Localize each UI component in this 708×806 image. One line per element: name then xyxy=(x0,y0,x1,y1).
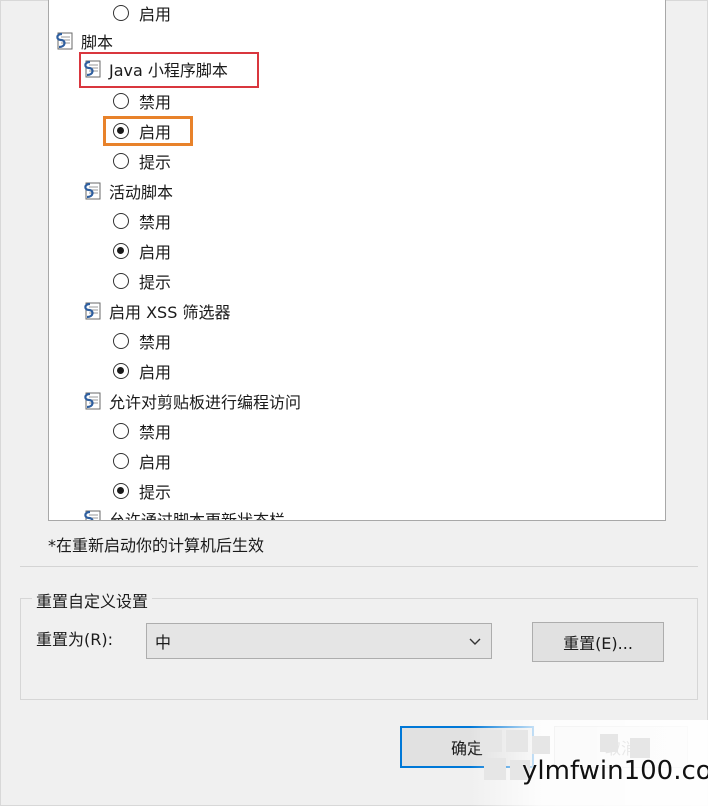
radio-option[interactable]: 禁用 xyxy=(113,208,171,234)
tree-row-label: 提示 xyxy=(139,273,172,292)
tree-row-label: 启用 xyxy=(139,363,172,382)
radio-option[interactable]: 启用 xyxy=(113,0,171,26)
tree-row-label: 启用 xyxy=(139,243,172,262)
tree-setting: 允许通过脚本更新状态栏 xyxy=(81,506,286,521)
radio-option[interactable]: 启用 xyxy=(113,358,171,384)
java-applet-highlight xyxy=(79,52,259,88)
tree-row-label: 提示 xyxy=(139,483,172,502)
radio-option[interactable]: 禁用 xyxy=(113,328,171,354)
tree-row-label: 启用 XSS 筛选器 xyxy=(109,303,231,322)
tree-row-label: 允许通过脚本更新状态栏 xyxy=(109,511,286,521)
chevron-down-icon xyxy=(469,638,481,645)
tree-row-label: 允许对剪贴板进行编程访问 xyxy=(109,393,302,412)
radio-unchecked-icon[interactable] xyxy=(113,93,129,109)
security-settings-tree[interactable]: 启用 脚本 Java 小程序脚本 禁用 启用 提示 活动脚本 禁用 启用 提示 启用 XSS 筛选器… xyxy=(48,0,666,521)
radio-unchecked-icon[interactable] xyxy=(113,453,129,469)
tree-row-label: 禁用 xyxy=(139,333,172,352)
radio-checked-icon[interactable] xyxy=(113,243,129,259)
tree-row-label: 禁用 xyxy=(139,213,172,232)
tree-setting: 活动脚本 xyxy=(81,178,173,204)
reset-group-title: 重置自定义设置 xyxy=(32,588,153,612)
script-settings-icon xyxy=(81,180,103,202)
radio-unchecked-icon[interactable] xyxy=(113,423,129,439)
tree-row-label: 启用 xyxy=(139,453,172,472)
radio-option[interactable]: 提示 xyxy=(113,268,171,294)
radio-option[interactable]: 提示 xyxy=(113,148,171,174)
divider xyxy=(20,566,698,567)
tree-setting: 启用 XSS 筛选器 xyxy=(81,298,230,324)
radio-option[interactable]: 提示 xyxy=(113,478,171,504)
radio-unchecked-icon[interactable] xyxy=(113,153,129,169)
script-settings-icon xyxy=(81,508,103,520)
enable-option-highlight xyxy=(103,116,193,146)
radio-option[interactable]: 禁用 xyxy=(113,88,171,114)
reset-button[interactable]: 重置(E)... xyxy=(532,622,664,662)
reset-level-value: 中 xyxy=(155,633,172,652)
tree-category: 脚本 xyxy=(53,28,113,54)
radio-checked-icon[interactable] xyxy=(113,363,129,379)
tree-row-label: 提示 xyxy=(139,153,172,172)
tree-row-label: 禁用 xyxy=(139,93,172,112)
radio-checked-icon[interactable] xyxy=(113,483,129,499)
reset-level-select[interactable]: 中 xyxy=(146,623,492,659)
tree-row-label: 脚本 xyxy=(81,33,114,52)
tree-row-label: 禁用 xyxy=(139,423,172,442)
radio-option[interactable]: 启用 xyxy=(113,238,171,264)
tree-row-label: 启用 xyxy=(139,5,172,24)
radio-unchecked-icon[interactable] xyxy=(113,213,129,229)
script-settings-icon xyxy=(81,300,103,322)
reset-to-label: 重置为(R): xyxy=(36,630,113,649)
watermark-text: ylmfwin100.com xyxy=(522,756,708,786)
tree-setting: 允许对剪贴板进行编程访问 xyxy=(81,388,301,414)
radio-unchecked-icon[interactable] xyxy=(113,273,129,289)
tree-row-label: 活动脚本 xyxy=(109,183,174,202)
radio-unchecked-icon[interactable] xyxy=(113,5,129,21)
radio-option[interactable]: 启用 xyxy=(113,448,171,474)
radio-option[interactable]: 禁用 xyxy=(113,418,171,444)
restart-note: *在重新启动你的计算机后生效 xyxy=(48,536,265,555)
script-settings-icon xyxy=(53,30,75,52)
radio-unchecked-icon[interactable] xyxy=(113,333,129,349)
script-settings-icon xyxy=(81,390,103,412)
